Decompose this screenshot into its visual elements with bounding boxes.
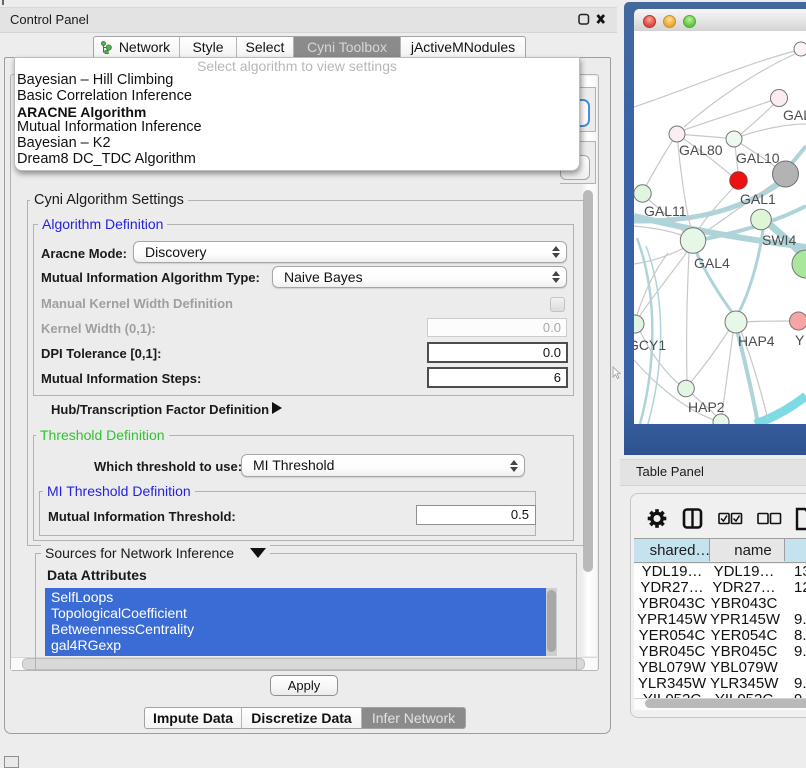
svg-text:GAL80: GAL80 (679, 142, 723, 158)
svg-text:Y: Y (795, 332, 805, 348)
svg-text:SWI4: SWI4 (762, 232, 796, 248)
svg-text:GAL1: GAL1 (740, 191, 776, 207)
svg-text:HAP4: HAP4 (738, 333, 775, 349)
svg-text:GAL11: GAL11 (644, 203, 687, 219)
svg-text:HAP2: HAP2 (688, 399, 725, 415)
svg-text:GAL4: GAL4 (694, 255, 730, 271)
svg-text:GAL: GAL (783, 107, 806, 123)
svg-text:GAL10: GAL10 (736, 150, 780, 166)
svg-text:GCY1: GCY1 (634, 337, 666, 353)
